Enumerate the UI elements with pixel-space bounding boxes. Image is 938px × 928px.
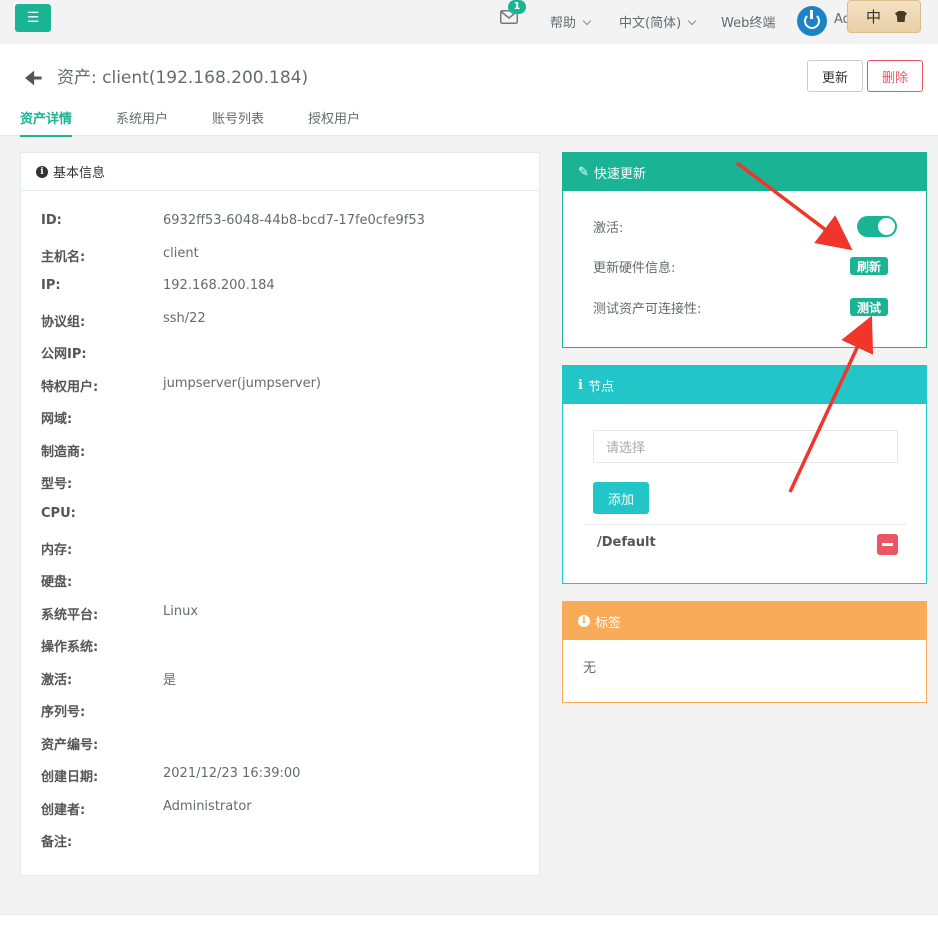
tags-panel: i 标签 无 [562, 601, 927, 703]
tags-heading: i 标签 [563, 602, 926, 640]
node-label: /Default [597, 535, 656, 550]
info-row-label: 创建日期: [41, 770, 99, 786]
info-row-label: 内存: [41, 542, 73, 558]
tab-system-users[interactable]: 系统用户 [116, 108, 168, 135]
quick-update-heading: ✎ 快速更新 [563, 153, 926, 191]
quick-update-title: 快速更新 [593, 166, 646, 182]
update-button[interactable]: 更新 [807, 60, 863, 92]
tab-account-list[interactable]: 账号列表 [212, 108, 264, 135]
nodes-panel: i 节点 请选择 添加 /Default [562, 365, 927, 584]
toggle-knob [878, 218, 895, 235]
chevron-down-icon [687, 16, 697, 26]
info-row-label: CPU: [41, 505, 76, 521]
skin-icon [895, 11, 908, 22]
quick-update-panel: ✎ 快速更新 激活: 更新硬件信息: 刷新 测试资产可连接性: 测试 [562, 152, 927, 348]
info-row-label: 型号: [41, 477, 73, 493]
info-row-value: 192.168.200.184 [163, 278, 275, 294]
info-icon: i [578, 377, 583, 393]
info-row-label: 公网IP: [41, 347, 87, 363]
footer [0, 914, 938, 928]
info-row-label: 创建者: [41, 802, 86, 818]
info-row-value: Administrator [163, 798, 252, 814]
hamburger-icon: ☰ [26, 10, 40, 26]
info-row-value: client [163, 245, 199, 261]
delete-button[interactable]: 删除 [867, 60, 923, 92]
info-row-label: 协议组: [41, 314, 86, 330]
test-connectivity-button[interactable]: 测试 [850, 298, 889, 316]
info-row-value: 6932ff53-6048-44b8-bcd7-17fe0cfe9f53 [163, 213, 425, 228]
node-select[interactable]: 请选择 [593, 430, 898, 463]
refresh-hardware-button[interactable]: 刷新 [850, 257, 889, 275]
node-row: /Default [585, 524, 907, 564]
info-row-label: 操作系统: [41, 640, 99, 656]
nodes-heading: i 节点 [563, 366, 926, 404]
back-arrow-icon[interactable]: 🠈 [24, 64, 43, 98]
info-row-label: 硬盘: [41, 575, 73, 591]
page-title: 资产: client(192.168.200.184) [57, 68, 309, 88]
active-toggle[interactable] [857, 216, 897, 237]
help-label: 帮助 [550, 16, 577, 31]
info-row-label: 系统平台: [41, 607, 99, 623]
info-row-value: jumpserver(jumpserver) [163, 375, 321, 391]
page-header: 🠈 资产: client(192.168.200.184) 更新 删除 资产详情… [0, 44, 938, 137]
test-connectivity-label: 测试资产可连接性: [593, 302, 702, 317]
info-icon: i [36, 165, 48, 178]
tags-title: 标签 [595, 615, 622, 631]
info-row-label: 激活: [41, 672, 73, 688]
user-avatar[interactable] [797, 6, 827, 36]
top-navbar: ☰ 1 帮助 中文(简体) Web终端 Ad 中 [0, 0, 938, 44]
edit-icon: ✎ [578, 164, 589, 180]
basic-info-panel: i 基本信息 ID: 6932ff53-6048-44b8-bcd7-17fe0c… [20, 152, 540, 876]
language-label: 中文(简体) [619, 16, 682, 31]
tags-empty-text: 无 [583, 661, 597, 676]
language-menu[interactable]: 中文(简体) [619, 12, 697, 31]
info-row-label: IP: [41, 278, 61, 294]
add-node-button[interactable]: 添加 [593, 482, 649, 514]
info-row-label: 制造商: [41, 444, 86, 460]
info-row-label: 资产编号: [41, 737, 99, 753]
ime-language-label: 中 [866, 8, 882, 26]
remove-node-button[interactable] [877, 534, 898, 555]
info-icon: i [578, 615, 590, 627]
chevron-down-icon [582, 16, 592, 26]
ime-toolbar[interactable]: 中 [847, 0, 921, 33]
web-terminal-link[interactable]: Web终端 [721, 12, 775, 31]
info-row-label: 序列号: [41, 705, 86, 721]
info-row-label: 网域: [41, 412, 73, 428]
tab-asset-detail[interactable]: 资产详情 [20, 108, 73, 137]
nodes-title: 节点 [587, 379, 614, 395]
mail-count-badge: 1 [508, 0, 526, 14]
info-row-label: 特权用户: [41, 379, 99, 395]
active-label: 激活: [593, 221, 624, 236]
info-row-value: 是 [163, 672, 177, 688]
help-menu[interactable]: 帮助 [550, 12, 592, 31]
basic-info-title: 基本信息 [53, 166, 106, 181]
refresh-hardware-label: 更新硬件信息: [593, 261, 676, 276]
info-row-label: 主机名: [41, 249, 86, 265]
info-row-label: 备注: [41, 835, 73, 851]
power-icon [804, 10, 820, 29]
info-row-value: ssh/22 [163, 310, 206, 326]
tab-authorized-users[interactable]: 授权用户 [308, 108, 360, 135]
menu-toggle-button[interactable]: ☰ [15, 4, 51, 32]
info-row-value: Linux [163, 603, 199, 619]
info-row-value: 2021/12/23 16:39:00 [163, 766, 301, 782]
info-row-label: ID: [41, 213, 62, 228]
basic-info-heading: i 基本信息 [21, 153, 539, 191]
